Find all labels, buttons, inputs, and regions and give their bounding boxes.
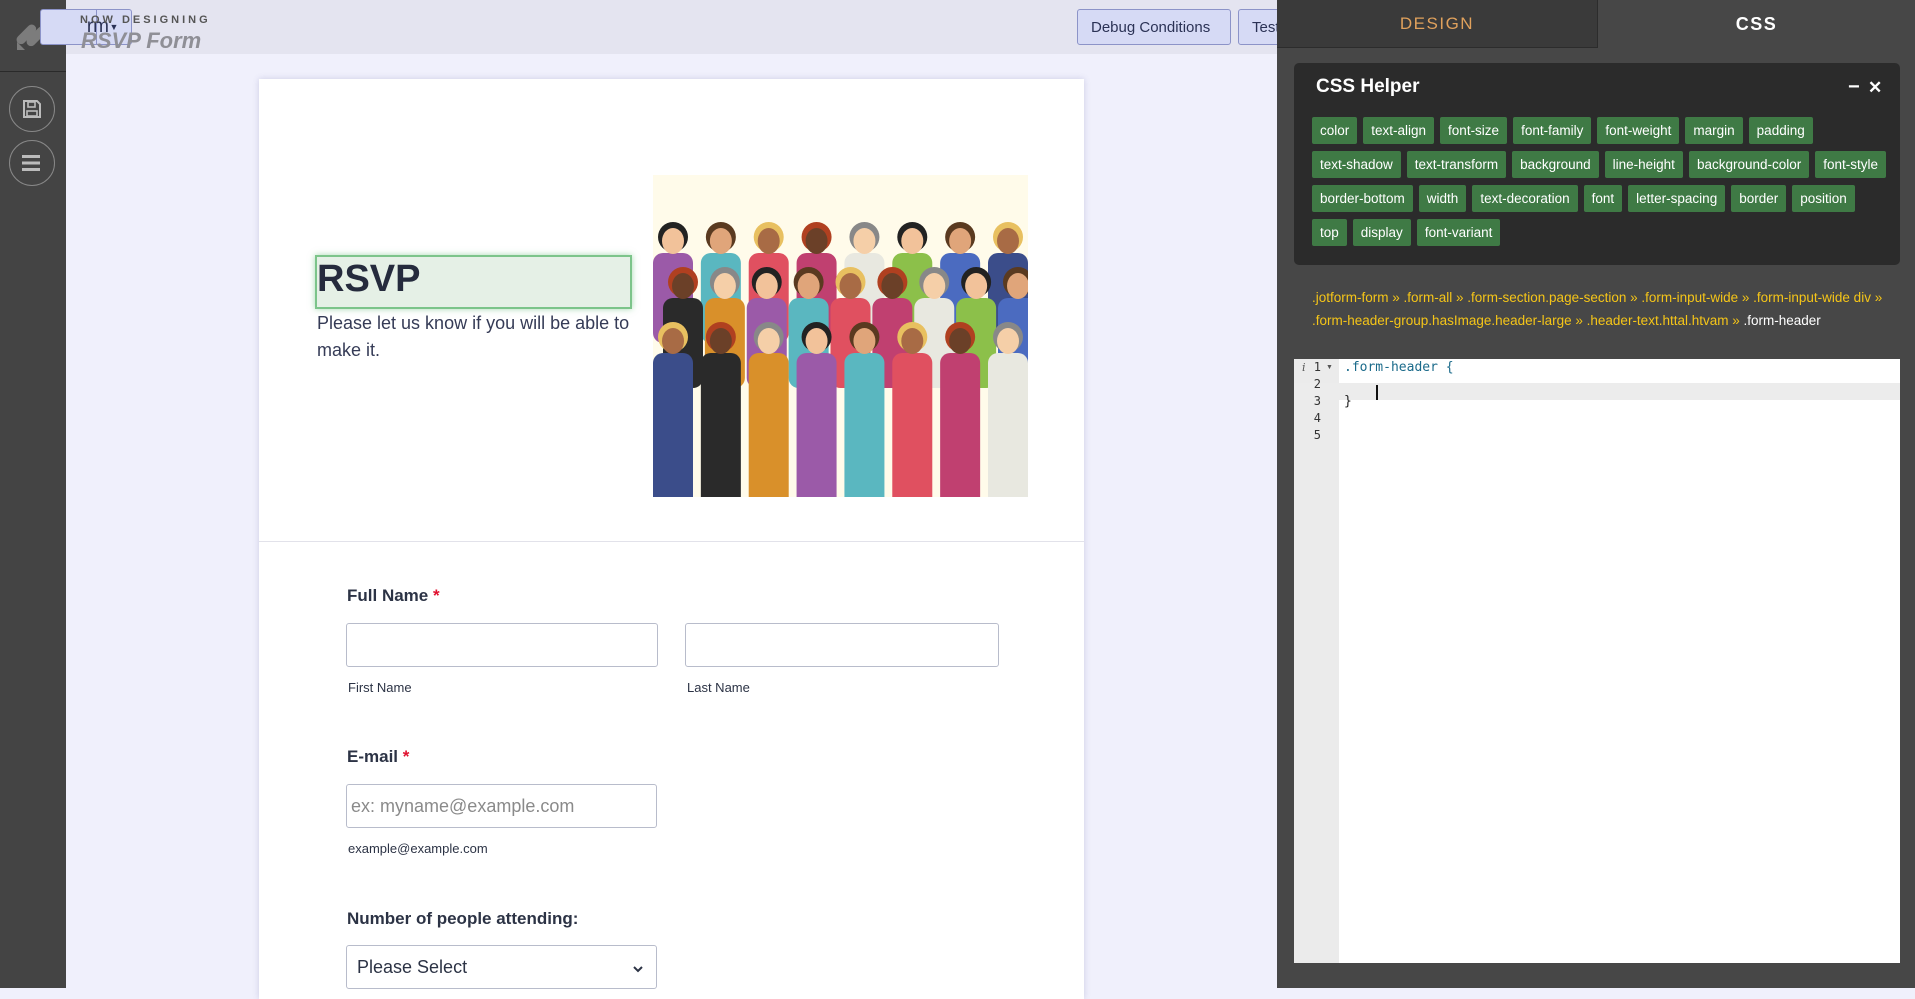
active-line-highlight	[1294, 383, 1900, 400]
email-label-text: E-mail	[347, 747, 399, 766]
debug-conditions-button[interactable]: Debug Conditions	[1077, 9, 1231, 45]
chip-border[interactable]: border	[1731, 185, 1787, 212]
text-cursor	[1376, 385, 1378, 400]
code-line[interactable]: }	[1344, 393, 1352, 410]
left-sidebar	[0, 0, 66, 988]
menu-button[interactable]	[9, 140, 55, 186]
chip-font-variant[interactable]: font-variant	[1416, 219, 1501, 246]
chip-background[interactable]: background	[1512, 151, 1599, 178]
line-number: 5	[1313, 428, 1321, 442]
now-designing-label: NOW DESIGNING	[80, 14, 211, 26]
email-label: E-mail *	[347, 747, 409, 767]
chip-font-style[interactable]: font-style	[1815, 151, 1887, 178]
chip-text-transform[interactable]: text-transform	[1406, 151, 1507, 178]
line-number: 2	[1313, 377, 1321, 391]
chip-text-shadow[interactable]: text-shadow	[1312, 151, 1401, 178]
code-line[interactable]: .form-header {	[1344, 359, 1454, 376]
chip-width[interactable]: width	[1418, 185, 1467, 212]
required-asterisk: *	[402, 747, 410, 766]
form-name: RSVP Form	[81, 28, 202, 53]
chip-display[interactable]: display	[1352, 219, 1411, 246]
full-name-label: Full Name *	[347, 586, 440, 606]
chip-padding[interactable]: padding	[1748, 117, 1813, 144]
chip-font-family[interactable]: font-family	[1513, 117, 1592, 144]
breadcrumb-current: .form-header	[1743, 313, 1821, 328]
chip-font-weight[interactable]: font-weight	[1597, 117, 1680, 144]
code-line[interactable]	[1344, 376, 1375, 393]
first-name-input[interactable]	[346, 623, 658, 667]
tab-css[interactable]: CSS	[1598, 0, 1915, 48]
close-button[interactable]: ✕	[1868, 78, 1882, 98]
attendees-select[interactable]: Please Select	[346, 945, 657, 989]
line-number: 3	[1313, 394, 1321, 408]
last-name-input[interactable]	[685, 623, 999, 667]
menu-icon	[22, 155, 40, 171]
css-helper-title: CSS Helper	[1316, 76, 1420, 97]
email-sublabel: example@example.com	[348, 841, 488, 856]
save-icon	[23, 100, 41, 118]
form-subheader[interactable]: Please let us know if you will be able t…	[317, 310, 637, 364]
css-property-chips: color text-align font-size font-family font-…	[1312, 117, 1892, 246]
chip-font-size[interactable]: font-size	[1440, 117, 1508, 144]
form-header[interactable]: RSVP	[317, 258, 420, 301]
attendees-selected-value: Please Select	[357, 956, 468, 977]
header-divider	[259, 541, 1084, 542]
chip-line-height[interactable]: line-height	[1604, 151, 1683, 178]
last-name-sublabel: Last Name	[687, 680, 750, 695]
chip-letter-spacing[interactable]: letter-spacing	[1628, 185, 1726, 212]
save-button[interactable]	[9, 86, 55, 132]
tab-design[interactable]: DESIGN	[1277, 0, 1598, 48]
crowd-image	[653, 175, 1028, 497]
chip-text-align[interactable]: text-align	[1363, 117, 1435, 144]
chip-top[interactable]: top	[1312, 219, 1347, 246]
chip-text-decoration[interactable]: text-decoration	[1472, 185, 1578, 212]
chip-border-bottom[interactable]: border-bottom	[1312, 185, 1413, 212]
divider	[0, 71, 66, 72]
selector-breadcrumb: .jotform-form » .form-all » .form-sectio…	[1312, 286, 1892, 332]
attendees-label: Number of people attending:	[347, 909, 579, 928]
line-number: 1	[1313, 360, 1321, 374]
first-name-sublabel: First Name	[348, 680, 412, 695]
chevron-down-icon	[632, 958, 644, 979]
line-gutter	[1294, 359, 1339, 963]
css-code-editor[interactable]: i ▼ 1 .form-header {2 3} 4 5	[1294, 359, 1900, 963]
email-input[interactable]: ex: myname@example.com	[346, 784, 657, 828]
full-name-label-text: Full Name	[347, 586, 429, 605]
chip-margin[interactable]: margin	[1685, 117, 1743, 144]
line-number: 4	[1313, 411, 1321, 425]
chip-position[interactable]: position	[1792, 185, 1855, 212]
chip-color[interactable]: color	[1312, 117, 1358, 144]
chip-background-color[interactable]: background-color	[1688, 151, 1810, 178]
chip-font[interactable]: font	[1583, 185, 1623, 212]
required-asterisk: *	[432, 586, 440, 605]
minimize-button[interactable]: −	[1848, 76, 1860, 99]
